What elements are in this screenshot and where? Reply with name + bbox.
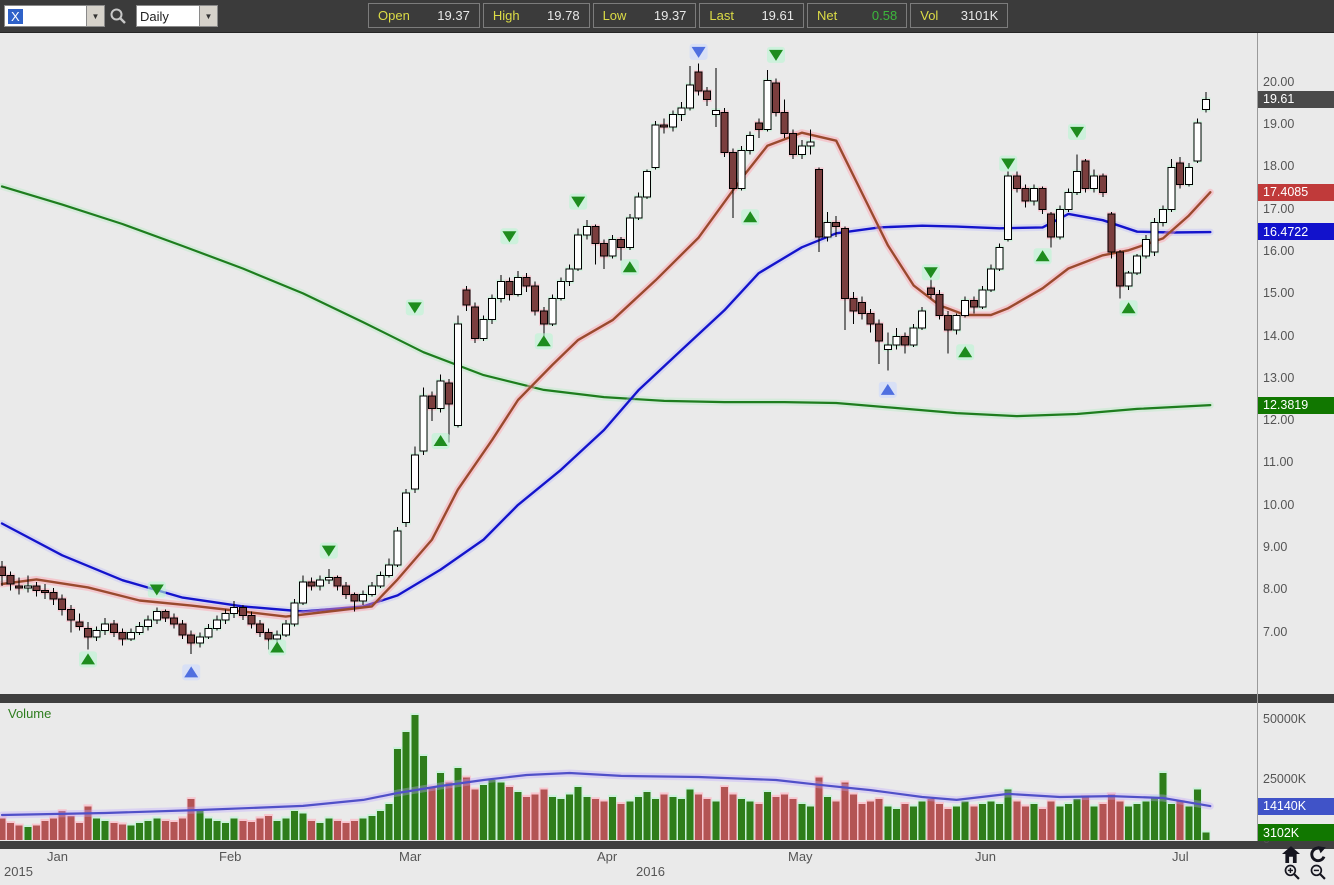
symbol-combo[interactable]: X ▼: [4, 5, 105, 27]
price-badge: 19.61: [1258, 90, 1334, 108]
quote-volume: Vol 3101K: [910, 3, 1009, 28]
quote-high: High 19.78: [482, 3, 590, 28]
price-tick-label: 19.00: [1263, 117, 1295, 132]
price-axis-line: [1257, 32, 1258, 841]
price-badge: 16.4722: [1258, 223, 1334, 241]
candlestick-layer: [0, 63, 1210, 654]
price-chart-canvas[interactable]: [0, 32, 1257, 694]
price-tick-label: 13.00: [1263, 370, 1295, 385]
quote-bar: Open 19.37 High 19.78 Low 19.37 Last 19.…: [368, 3, 1011, 28]
quote-open: Open 19.37: [368, 3, 480, 28]
pane-divider[interactable]: [0, 841, 1334, 849]
candle-halo-layer: [0, 70, 1211, 646]
price-badge: 12.3819: [1258, 396, 1334, 414]
price-tick-label: 9.00: [1263, 540, 1288, 555]
volume-tick-label: 25000K: [1263, 772, 1307, 786]
trading-chart-window: X ▼ Daily ▼ Open 19.37 High 19.78 Low 19…: [0, 0, 1334, 885]
price-tick-label: 16.00: [1263, 243, 1295, 258]
price-badge: 17.4085: [1258, 183, 1334, 201]
pane-divider[interactable]: [0, 694, 1334, 703]
search-icon: [110, 8, 126, 24]
zoom-in-icon: [1284, 864, 1300, 880]
x-axis-month-label: Mar: [399, 849, 422, 864]
home-icon: [1282, 846, 1300, 863]
chevron-down-icon: ▼: [91, 11, 100, 21]
price-tick-label: 18.00: [1263, 159, 1295, 174]
signal-marker-layer: [79, 43, 1138, 681]
search-button[interactable]: [106, 5, 130, 27]
interval-combo[interactable]: Daily ▼: [136, 5, 218, 27]
moving-average-layer: [0, 129, 1214, 621]
chart-nav-controls: [1272, 846, 1328, 884]
chevron-down-icon: ▼: [204, 11, 213, 21]
x-axis-month-label: Jul: [1172, 849, 1189, 864]
price-tick-label: 17.00: [1263, 201, 1295, 216]
toolbar: X ▼ Daily ▼ Open 19.37 High 19.78 Low 19…: [0, 0, 1334, 33]
volume-pane-title: Volume: [8, 706, 52, 721]
zoom-in-button[interactable]: [1284, 864, 1304, 882]
home-button[interactable]: [1282, 846, 1302, 864]
price-tick-label: 14.00: [1263, 328, 1295, 343]
symbol-input[interactable]: X: [5, 6, 86, 26]
x-axis-month-label: Apr: [597, 849, 618, 864]
price-tick-label: 7.00: [1263, 624, 1288, 639]
undo-arrow-icon: [1310, 846, 1326, 863]
volume-badge: 3102K: [1258, 824, 1334, 842]
volume-chart-canvas[interactable]: [0, 703, 1257, 841]
zoom-out-icon: [1310, 864, 1326, 880]
reset-view-button[interactable]: [1308, 846, 1328, 864]
x-axis-year-label: 2016: [636, 864, 665, 879]
price-tick-label: 15.00: [1263, 286, 1295, 301]
volume-tick-label: 50000K: [1263, 712, 1307, 726]
price-tick-label: 12.00: [1263, 413, 1295, 428]
price-tick-label: 8.00: [1263, 582, 1288, 597]
price-tick-label: 11.00: [1263, 455, 1294, 470]
quote-last: Last 19.61: [699, 3, 804, 28]
x-axis-month-label: Feb: [219, 849, 242, 864]
x-axis-year-label: 2015: [4, 864, 33, 879]
quote-net: Net 0.58: [807, 3, 908, 28]
volume-badge: 14140K: [1258, 797, 1334, 815]
quote-low: Low 19.37: [592, 3, 697, 28]
time-axis[interactable]: Jan Feb Mar Apr May Jun Jul 2015 2016: [0, 849, 1334, 885]
interval-value: Daily: [140, 8, 169, 24]
symbol-dropdown-button[interactable]: ▼: [86, 6, 104, 26]
price-tick-label: 10.00: [1263, 497, 1295, 512]
symbol-value: X: [8, 8, 23, 24]
price-tick-label: 20.00: [1263, 74, 1295, 89]
zoom-out-button[interactable]: [1310, 864, 1330, 882]
x-axis-month-label: Jun: [975, 849, 996, 864]
interval-dropdown-button[interactable]: ▼: [199, 6, 217, 26]
x-axis-month-label: Jan: [47, 849, 68, 864]
x-axis-month-label: May: [788, 849, 813, 864]
